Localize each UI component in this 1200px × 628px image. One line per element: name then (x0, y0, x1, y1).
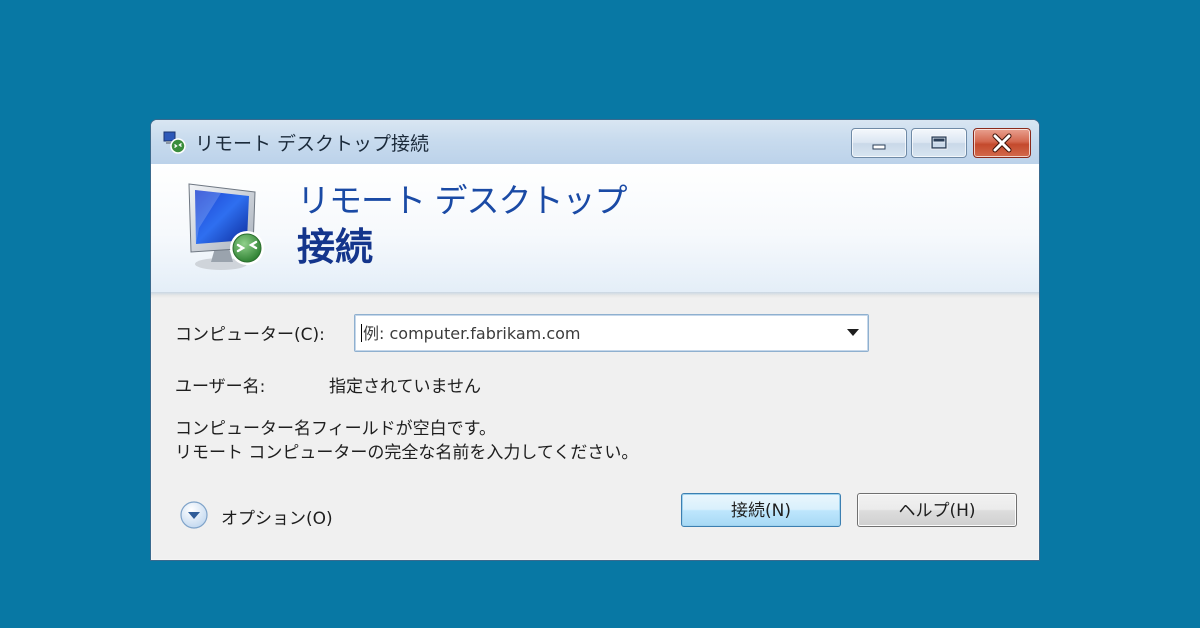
help-button[interactable]: ヘルプ(H) (857, 493, 1017, 527)
banner-subtitle: 接続 (297, 225, 374, 269)
close-button[interactable] (973, 128, 1031, 158)
window-title: リモート デスクトップ接続 (195, 133, 430, 155)
banner-title: リモート デスクトップ (297, 181, 627, 220)
minimize-icon (872, 144, 886, 150)
maximize-icon (930, 135, 948, 150)
maximize-button[interactable] (911, 128, 967, 158)
title-bar[interactable]: リモート デスクトップ接続 (151, 120, 1039, 164)
remote-desktop-window: リモート デスクトップ接続 リモート デスクトップ 接続 コンピューター(C):… (150, 119, 1040, 561)
minimize-button[interactable] (851, 128, 907, 158)
username-label: ユーザー名: (175, 377, 266, 397)
status-message-line1: コンピューター名フィールドが空白です。 (175, 419, 496, 439)
banner-divider (151, 292, 1039, 298)
computer-input[interactable] (361, 320, 835, 346)
status-message-line2: リモート コンピューターの完全な名前を入力してください。 (175, 443, 639, 463)
expand-options-icon[interactable] (179, 500, 209, 530)
chevron-down-icon[interactable] (846, 328, 860, 338)
remote-desktop-title-icon (163, 131, 186, 154)
close-icon (992, 133, 1012, 153)
computer-combobox[interactable] (354, 314, 869, 352)
options-label[interactable]: オプション(O) (221, 504, 333, 529)
remote-desktop-monitor-icon (188, 183, 264, 270)
computer-label: コンピューター(C): (175, 325, 325, 345)
username-value: 指定されていません (329, 377, 481, 397)
connect-button[interactable]: 接続(N) (681, 493, 841, 527)
